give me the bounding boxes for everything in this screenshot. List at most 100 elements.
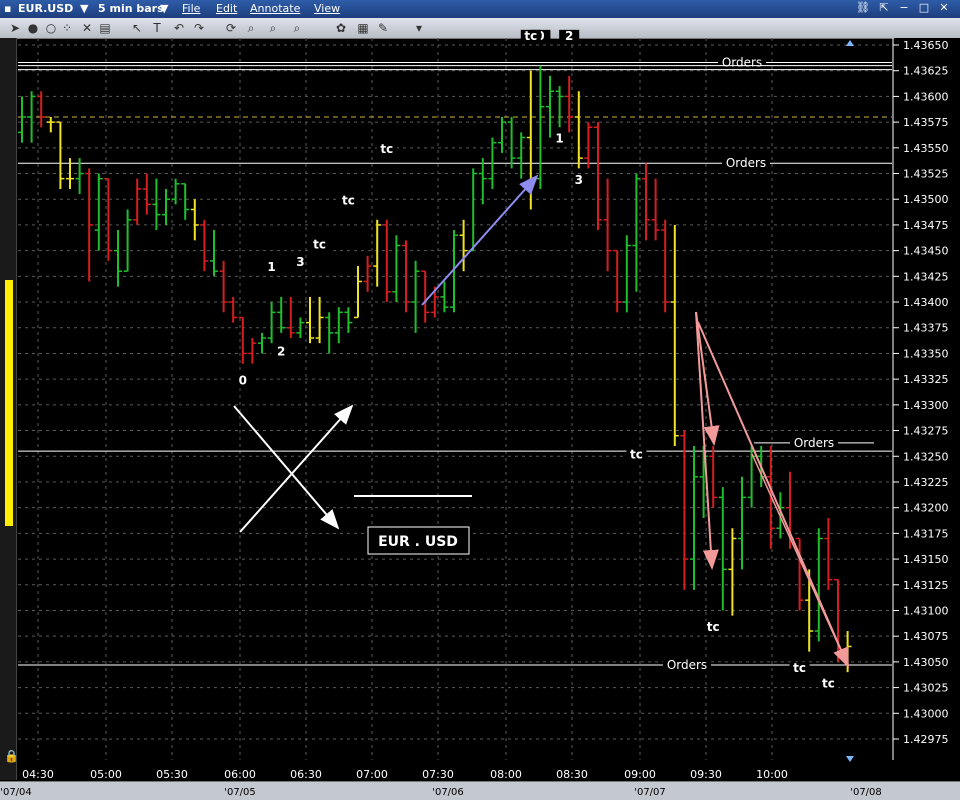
x-date-label: '07/07 <box>634 787 666 798</box>
ohlc-bar <box>258 332 266 354</box>
ohlc-bar <box>363 255 372 292</box>
y-tick-label: 1.43025 <box>903 682 949 695</box>
ohlc-bar <box>632 173 641 292</box>
annotation-label: 1 <box>267 260 275 274</box>
x-tick-label: 05:30 <box>156 768 188 781</box>
x-tick-label: 06:00 <box>224 768 256 781</box>
y-tick-label: 1.43650 <box>903 39 949 52</box>
x-axis-ticks: 04:30 05:00 05:30 06:00 06:30 07:00 07:30 08:00… <box>0 768 882 798</box>
ohlc-bar <box>738 476 746 570</box>
ohlc-bar <box>200 219 209 272</box>
y-tick-label: 1.42975 <box>903 733 949 746</box>
annotation-label: tc <box>793 661 806 675</box>
x-tick-label: 06:30 <box>290 768 322 781</box>
ohlc-bar <box>642 163 650 241</box>
ohlc-bar <box>354 266 362 319</box>
order-label: Orders <box>667 658 707 672</box>
ohlc-bar <box>219 260 228 313</box>
ohlc-bar <box>718 487 727 611</box>
y-tick-label: 1.43425 <box>903 270 949 283</box>
x-date-label: '07/05 <box>224 787 256 798</box>
y-tick-label: 1.43475 <box>903 219 949 232</box>
y-tick-label: 1.43250 <box>903 450 949 463</box>
y-tick-label: 1.43325 <box>903 373 949 386</box>
legend-arrow-up <box>239 404 354 533</box>
ohlc-bar <box>248 338 257 364</box>
x-tick-label: 08:00 <box>490 768 522 781</box>
ohlc-bar <box>651 178 660 241</box>
x-tick-label: 09:00 <box>624 768 656 781</box>
y-tick-label: 1.43350 <box>903 347 949 360</box>
x-tick-label: 08:30 <box>556 768 588 781</box>
scroll-up-icon <box>846 40 854 46</box>
y-tick-label: 1.43400 <box>903 296 949 309</box>
trend-arrow-down-4 <box>751 453 849 667</box>
ohlc-bar <box>123 209 132 272</box>
ohlc-bar <box>574 91 583 169</box>
grid-lines <box>18 38 893 760</box>
ohlc-bar <box>411 260 420 333</box>
annotation-label: tc <box>313 238 326 252</box>
price-chart[interactable]: Orders Orders Orders Orders EUR . USD 0 1 2 3 0… <box>0 0 960 799</box>
annotation-label: tc <box>380 142 393 156</box>
annotation-label: tc <box>524 29 537 43</box>
ohlc-bar <box>190 199 199 241</box>
ohlc-bar <box>210 230 218 277</box>
y-tick-label: 1.43600 <box>903 90 949 103</box>
ohlc-bar <box>459 219 468 272</box>
order-label: Orders <box>722 55 762 69</box>
ohlc-bar <box>27 91 36 143</box>
y-tick-label: 1.43500 <box>903 193 949 206</box>
x-date-label: '07/06 <box>432 787 464 798</box>
ohlc-bar <box>670 224 679 446</box>
ohlc-bar <box>824 517 833 590</box>
y-tick-label: 1.43550 <box>903 142 949 155</box>
y-tick-label: 1.43000 <box>903 707 949 720</box>
annotation-label: tc <box>707 620 720 634</box>
x-tick-label: 10:00 <box>756 768 788 781</box>
ohlc-bar <box>142 173 151 215</box>
ohlc-bar <box>469 168 478 252</box>
annotation-label: tc <box>342 193 355 207</box>
ohlc-bar <box>517 132 526 179</box>
annotation-labels: 01230213tctctctctctctctc <box>232 29 839 692</box>
y-tick-label: 1.43150 <box>903 553 949 566</box>
ohlc-bar <box>709 445 718 508</box>
ohlc-bar <box>296 317 305 339</box>
ohlc-bar <box>344 307 353 333</box>
y-tick-label: 1.43275 <box>903 425 949 438</box>
y-tick-label: 1.43375 <box>903 322 949 335</box>
ohlc-bar <box>181 183 190 220</box>
ohlc-bar <box>661 219 670 313</box>
legend-arrow-down <box>233 405 340 530</box>
annotation-label: 3 <box>296 255 304 269</box>
ohlc-bar <box>334 307 343 344</box>
ohlc-bar <box>584 122 593 169</box>
trend-arrow-up <box>421 174 539 306</box>
ohlc-bar <box>594 122 602 231</box>
lock-icon: 🔒 <box>4 749 19 763</box>
order-label: Orders <box>794 436 834 450</box>
ohlc-bar <box>478 158 487 205</box>
ohlc-bar <box>325 312 334 354</box>
ohlc-bar <box>747 445 756 508</box>
ohlc-bar <box>94 173 103 251</box>
x-tick-label: 09:30 <box>690 768 722 781</box>
ohlc-bar <box>133 178 142 225</box>
annotation-label: 0 <box>239 373 247 387</box>
ohlc-bar <box>546 75 554 138</box>
ohlc-bar <box>315 296 324 344</box>
annotation-label: 3 <box>575 173 583 187</box>
ohlc-bar <box>382 219 391 303</box>
trend-arrow-down-1 <box>695 311 720 446</box>
ohlc-bar <box>498 116 506 153</box>
ohlc-bar <box>46 116 55 133</box>
annotation-label: 1 <box>555 132 563 146</box>
y-tick-label: 1.43075 <box>903 630 949 643</box>
order-label: Orders <box>726 156 766 170</box>
ohlc-bar <box>690 445 698 590</box>
x-tick-label: 07:30 <box>422 768 454 781</box>
y-tick-label: 1.43575 <box>903 116 949 129</box>
y-tick-label: 1.43300 <box>903 399 949 412</box>
ohlc-bar <box>114 230 122 287</box>
